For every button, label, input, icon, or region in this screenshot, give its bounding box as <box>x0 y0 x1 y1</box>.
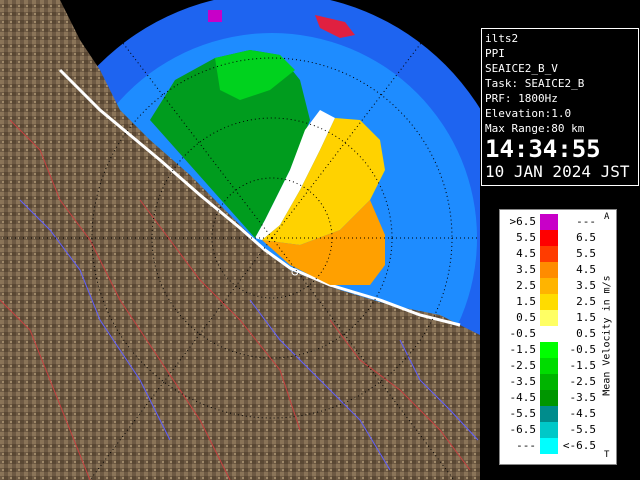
legend-lower-bound: 1.5 <box>516 295 536 308</box>
echo-far-magenta <box>208 10 222 22</box>
legend-lower-bound: 2.5 <box>516 279 536 292</box>
legend-lower-bound: >6.5 <box>509 215 537 228</box>
legend-color-swatch <box>540 406 558 422</box>
scan-mode: PPI <box>485 47 505 60</box>
radar-map-view[interactable] <box>0 0 480 480</box>
legend-lower-bound: --- <box>516 439 536 452</box>
legend-lower-bound: -6.5 <box>509 423 537 436</box>
legend-lower-bound: -3.5 <box>509 375 537 388</box>
legend-upper-bound: 3.5 <box>576 279 596 292</box>
legend-color-swatch <box>540 422 558 438</box>
scan-date: 10 JAN 2024 JST <box>485 162 630 181</box>
legend-upper-bound: <-6.5 <box>562 439 596 452</box>
legend-row: >6.5 --- <box>500 214 618 230</box>
legend-upper-bound: 1.5 <box>576 311 596 324</box>
legend-color-swatch <box>540 438 558 454</box>
legend-color-swatch <box>540 374 558 390</box>
legend-upper-bound: -3.5 <box>569 391 597 404</box>
task-name: Task: SEAICE2_B <box>485 77 585 90</box>
legend-color-swatch <box>540 214 558 230</box>
legend-color-swatch <box>540 230 558 246</box>
scan-time: 14:34:55 <box>485 135 601 163</box>
legend-upper-bound: -4.5 <box>569 407 597 420</box>
legend-upper-bound: -0.5 <box>569 343 597 356</box>
legend-lower-bound: -5.5 <box>509 407 537 420</box>
legend-upper-bound: 0.5 <box>576 327 596 340</box>
station-name: ilts2 <box>485 32 519 45</box>
legend-lower-bound: -1.5 <box>509 343 537 356</box>
legend-upper-bound: --- <box>576 215 596 228</box>
legend-lower-bound: -0.5 <box>509 327 537 340</box>
velocity-color-legend: A >6.5 --- 5.5 6.5 4.5 5.5 3.5 4.5 2.5 3.5 1.5 2.5 0… <box>499 209 617 465</box>
product-name: SEAICE2_B_V <box>485 62 558 75</box>
legend-bottom-mark: T <box>604 450 610 460</box>
radar-display: ilts2 PPI SEAICE2_B_V Task: SEAICE2_B PR… <box>0 0 640 480</box>
legend-upper-bound: 5.5 <box>576 247 596 260</box>
legend-color-swatch <box>540 358 558 374</box>
scan-info-panel: ilts2 PPI SEAICE2_B_V Task: SEAICE2_B PR… <box>481 28 639 186</box>
legend-lower-bound: 5.5 <box>516 231 536 244</box>
legend-upper-bound: -5.5 <box>569 423 597 436</box>
legend-upper-bound: 2.5 <box>576 295 596 308</box>
legend-color-swatch <box>540 294 558 310</box>
legend-color-swatch <box>540 262 558 278</box>
legend-color-swatch <box>540 310 558 326</box>
legend-lower-bound: -2.5 <box>509 359 537 372</box>
legend-upper-bound: 4.5 <box>576 263 596 276</box>
elevation-value: Elevation:1.0 <box>485 107 572 120</box>
legend-color-swatch <box>540 342 558 358</box>
legend-color-swatch <box>540 390 558 406</box>
legend-upper-bound: -2.5 <box>569 375 597 388</box>
legend-lower-bound: -4.5 <box>509 391 537 404</box>
legend-lower-bound: 0.5 <box>516 311 536 324</box>
legend-lower-bound: 3.5 <box>516 263 536 276</box>
legend-upper-bound: -1.5 <box>569 359 597 372</box>
max-range-value: Max Range:80 km <box>485 122 585 135</box>
legend-row: --- <-6.5 <box>500 438 618 454</box>
legend-color-swatch <box>540 326 558 342</box>
legend-color-swatch <box>540 278 558 294</box>
legend-color-swatch <box>540 246 558 262</box>
legend-unit-label: Mean Velocity in m/s <box>601 275 613 396</box>
prf-value: PRF: 1800Hz <box>485 92 558 105</box>
legend-lower-bound: 4.5 <box>516 247 536 260</box>
legend-upper-bound: 6.5 <box>576 231 596 244</box>
